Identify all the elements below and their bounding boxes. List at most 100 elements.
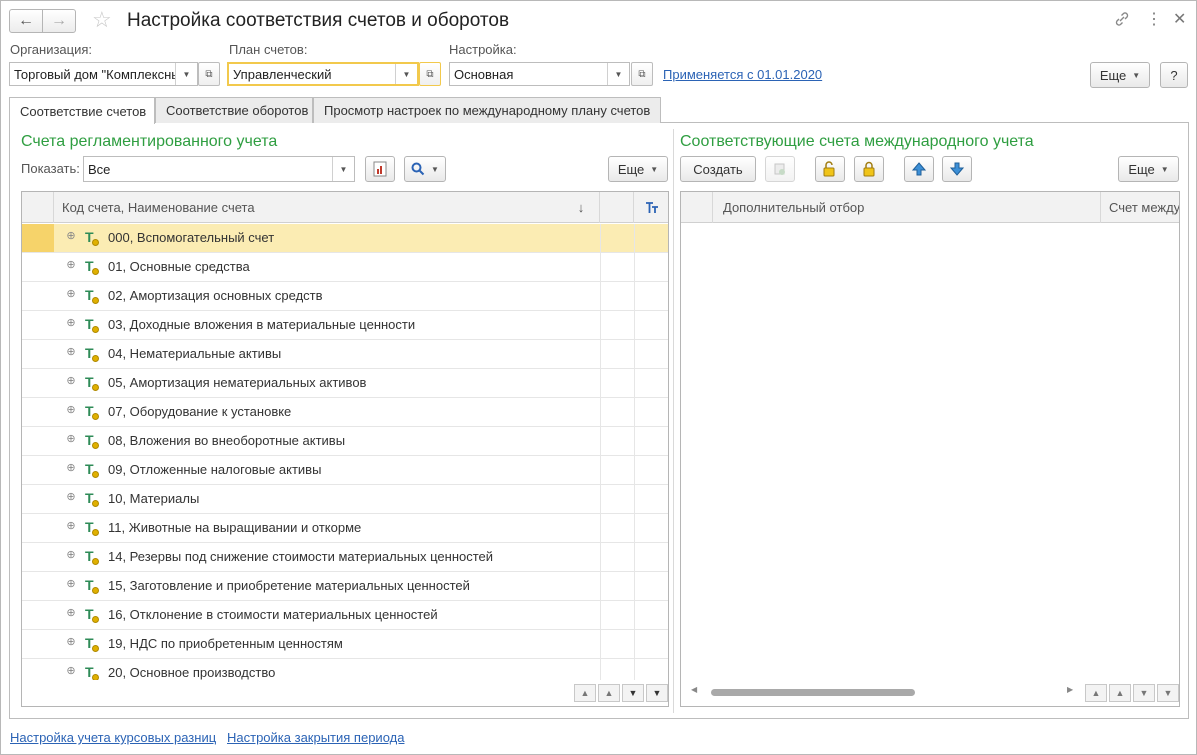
expand-icon[interactable]: ⊕ [66, 376, 76, 387]
column-header-account[interactable]: Код счета, Наименование счета [54, 192, 600, 223]
scroll-first-icon[interactable]: ▲ [1085, 684, 1107, 702]
column-header-additional-filter-label: Дополнительный отбор [723, 200, 865, 215]
table-row[interactable]: ⊕ T 01, Основные средства [22, 253, 668, 282]
forward-button[interactable]: → [42, 9, 76, 33]
chevron-down-icon[interactable]: ▼ [395, 64, 417, 84]
table-header: Код счета, Наименование счета ↓ [22, 192, 668, 223]
create-button[interactable]: Создать [680, 156, 756, 182]
account-name: 20, Основное производство [108, 665, 276, 680]
table-row[interactable]: ⊕ T 03, Доходные вложения в материальные ц… [22, 311, 668, 340]
table-row[interactable]: ⊕ T 11, Животные на выращивании и откорме [22, 514, 668, 543]
expand-icon[interactable]: ⊕ [66, 637, 76, 648]
open-window-icon: ⧉ [426, 68, 434, 80]
scroll-up-icon[interactable]: ▲ [598, 684, 620, 702]
table-row[interactable]: ⊕ T 07, Оборудование к установке [22, 398, 668, 427]
expand-icon[interactable]: ⊕ [66, 231, 76, 242]
left-more-button[interactable]: Еще ▼ [608, 156, 668, 182]
exchange-rate-settings-link[interactable]: Настройка учета курсовых разниц [10, 730, 216, 745]
expand-icon[interactable]: ⊕ [66, 434, 76, 445]
row-cell [634, 253, 635, 281]
row-cell [600, 253, 601, 281]
lock-button[interactable] [854, 156, 884, 182]
expand-icon[interactable]: ⊕ [66, 550, 76, 561]
report-button[interactable] [365, 156, 395, 182]
right-more-button[interactable]: Еще ▼ [1118, 156, 1179, 182]
table-row[interactable]: ⊕ T 19, НДС по приобретенным ценностям [22, 630, 668, 659]
plan-field[interactable]: Управленческий ▼ [227, 62, 419, 86]
more-button[interactable]: Еще ▼ [1090, 62, 1150, 88]
caret-down-icon: ▼ [431, 164, 439, 174]
table-row[interactable]: ⊕ T 000, Вспомогательный счет [22, 224, 668, 253]
scroll-first-icon[interactable]: ▲ [574, 684, 596, 702]
tab-turnovers[interactable]: Соответствие оборотов [155, 97, 313, 123]
table-row[interactable]: ⊕ T 09, Отложенные налоговые активы [22, 456, 668, 485]
expand-icon[interactable]: ⊕ [66, 405, 76, 416]
setting-open-button[interactable]: ⧉ [631, 62, 653, 86]
table-row[interactable]: ⊕ T 04, Нематериальные активы [22, 340, 668, 369]
expand-icon[interactable]: ⊕ [66, 289, 76, 300]
setting-field[interactable]: Основная ▼ [449, 62, 630, 86]
more-vertical-icon[interactable]: ⋮ [1146, 10, 1162, 30]
move-up-button[interactable] [904, 156, 934, 182]
account-type-icon: T [84, 374, 100, 392]
link-icon[interactable] [1113, 10, 1131, 34]
expand-icon[interactable]: ⊕ [66, 347, 76, 358]
scroll-down-icon[interactable]: ▼ [1133, 684, 1155, 702]
expand-icon[interactable]: ⊕ [66, 260, 76, 271]
account-type-icon: T [84, 548, 100, 566]
table-row[interactable]: ⊕ T 16, Отклонение в стоимости материальны… [22, 601, 668, 630]
close-icon[interactable]: ✕ [1173, 10, 1186, 30]
plan-open-button[interactable]: ⧉ [419, 62, 441, 86]
table-row[interactable]: ⊕ T 05, Амортизация нематериальных активов [22, 369, 668, 398]
account-name: 16, Отклонение в стоимости материальных … [108, 607, 438, 622]
back-button[interactable]: ← [9, 9, 43, 33]
unlock-button[interactable] [815, 156, 845, 182]
sort-down-icon[interactable]: ↓ [562, 192, 600, 223]
organization-field[interactable]: Торговый дом "Комплексный" ▼ [9, 62, 198, 86]
account-name: 000, Вспомогательный счет [108, 230, 275, 245]
period-closing-settings-link[interactable]: Настройка закрытия периода [227, 730, 404, 745]
expand-icon[interactable]: ⊕ [66, 666, 76, 677]
tab-international-view[interactable]: Просмотр настроек по международному план… [313, 97, 661, 123]
table-row[interactable]: ⊕ T 15, Заготовление и приобретение матери… [22, 572, 668, 601]
row-cell [634, 427, 635, 455]
help-button[interactable]: ? [1160, 62, 1188, 88]
search-button[interactable]: ▼ [404, 156, 446, 182]
column-header-additional-filter[interactable]: Дополнительный отбор [713, 192, 1101, 223]
arrow-left-icon: ← [18, 12, 34, 29]
copy-button[interactable] [765, 156, 795, 182]
applies-from-link[interactable]: Применяется с 01.01.2020 [663, 67, 822, 82]
expand-icon[interactable]: ⊕ [66, 492, 76, 503]
text-format-icon[interactable] [634, 192, 668, 223]
expand-icon[interactable]: ⊕ [66, 521, 76, 532]
scroll-last-icon[interactable]: ▼ [646, 684, 668, 702]
expand-icon[interactable]: ⊕ [66, 608, 76, 619]
scroll-last-icon[interactable]: ▼ [1157, 684, 1179, 702]
tab-accounts[interactable]: Соответствие счетов [9, 97, 155, 124]
chevron-down-icon[interactable]: ▼ [607, 63, 629, 85]
favorite-star-icon[interactable]: ☆ [92, 7, 112, 33]
chevron-down-icon[interactable]: ▼ [332, 157, 354, 181]
table-row[interactable]: ⊕ T 08, Вложения во внеоборотные активы [22, 427, 668, 456]
table-row[interactable]: ⊕ T 10, Материалы [22, 485, 668, 514]
show-filter-field[interactable]: Все ▼ [83, 156, 355, 182]
table-row[interactable]: ⊕ T 02, Амортизация основных средств [22, 282, 668, 311]
expand-icon[interactable]: ⊕ [66, 318, 76, 329]
caret-down-icon: ▼ [650, 164, 659, 174]
chevron-down-icon[interactable]: ▼ [175, 63, 197, 85]
account-type-icon: T [84, 432, 100, 450]
scroll-up-icon[interactable]: ▲ [1109, 684, 1131, 702]
column-header-international-account[interactable]: Счет международного учета [1101, 192, 1180, 223]
accounts-table: Код счета, Наименование счета ↓ ⊕ T 000, В… [21, 191, 669, 707]
expand-icon[interactable]: ⊕ [66, 579, 76, 590]
row-cell [600, 427, 601, 455]
table-header: Дополнительный отбор Счет международного… [681, 192, 1180, 223]
organization-open-button[interactable]: ⧉ [198, 62, 220, 86]
column-header-international-account-label: Счет международного учета [1109, 200, 1180, 215]
expand-icon[interactable]: ⊕ [66, 463, 76, 474]
row-cell [600, 485, 601, 513]
scroll-down-icon[interactable]: ▼ [622, 684, 644, 702]
move-down-button[interactable] [942, 156, 972, 182]
more-label: Еще [1099, 67, 1127, 83]
table-row[interactable]: ⊕ T 14, Резервы под снижение стоимости мат… [22, 543, 668, 572]
